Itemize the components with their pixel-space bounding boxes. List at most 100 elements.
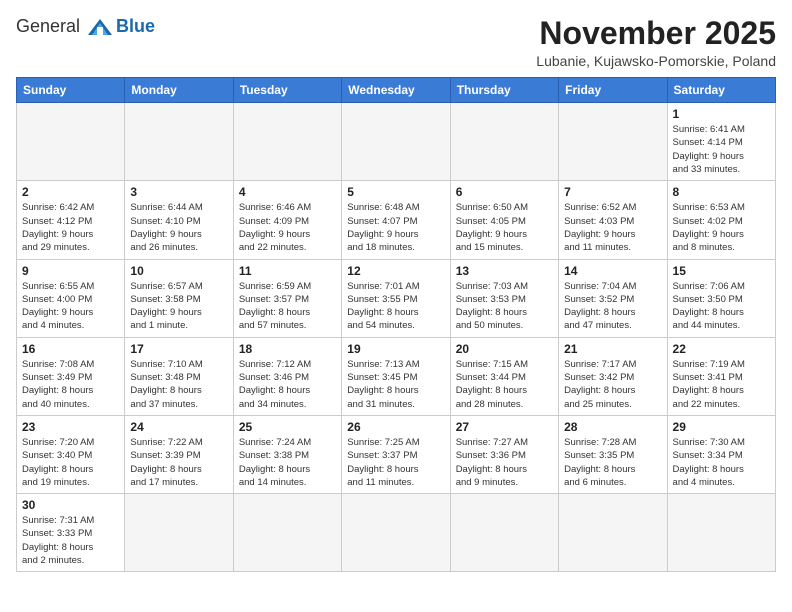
table-row: 1Sunrise: 6:41 AMSunset: 4:14 PMDaylight… (667, 103, 775, 181)
logo: General Blue (16, 16, 155, 37)
day-number: 12 (347, 264, 444, 278)
day-number: 15 (673, 264, 770, 278)
day-number: 22 (673, 342, 770, 356)
table-row (342, 494, 450, 572)
day-info: Sunrise: 7:06 AMSunset: 3:50 PMDaylight:… (673, 280, 770, 333)
table-row: 15 Sunrise: 7:06 AMSunset: 3:50 PMDayligh… (667, 259, 775, 337)
logo-blue-text: Blue (116, 16, 155, 37)
day-number: 21 (564, 342, 661, 356)
day-info: Sunrise: 7:20 AMSunset: 3:40 PMDaylight:… (22, 436, 119, 489)
day-info: Sunrise: 6:46 AMSunset: 4:09 PMDaylight:… (239, 201, 336, 254)
day-info: Sunrise: 7:19 AMSunset: 3:41 PMDaylight:… (673, 358, 770, 411)
day-info: Sunrise: 6:50 AMSunset: 4:05 PMDaylight:… (456, 201, 553, 254)
day-info: Sunrise: 7:22 AMSunset: 3:39 PMDaylight:… (130, 436, 227, 489)
day-info: Sunrise: 6:42 AMSunset: 4:12 PMDaylight:… (22, 201, 119, 254)
day-number: 29 (673, 420, 770, 434)
day-info: Sunrise: 6:53 AMSunset: 4:02 PMDaylight:… (673, 201, 770, 254)
table-row: 13Sunrise: 7:03 AMSunset: 3:53 PMDayligh… (450, 259, 558, 337)
logo-icon (86, 17, 114, 37)
day-info: Sunrise: 7:15 AMSunset: 3:44 PMDaylight:… (456, 358, 553, 411)
day-number: 20 (456, 342, 553, 356)
table-row (125, 103, 233, 181)
day-number: 13 (456, 264, 553, 278)
table-row: 25Sunrise: 7:24 AMSunset: 3:38 PMDayligh… (233, 415, 341, 493)
day-info: Sunrise: 7:01 AMSunset: 3:55 PMDaylight:… (347, 280, 444, 333)
table-row: 18 Sunrise: 7:12 AMSunset: 3:46 PMDayligh… (233, 337, 341, 415)
calendar-row: 30Sunrise: 7:31 AMSunset: 3:33 PMDayligh… (17, 494, 776, 572)
day-info: Sunrise: 7:10 AMSunset: 3:48 PMDaylight:… (130, 358, 227, 411)
table-row (450, 494, 558, 572)
day-number: 7 (564, 185, 661, 199)
day-info: Sunrise: 6:44 AMSunset: 4:10 PMDaylight:… (130, 201, 227, 254)
day-number: 3 (130, 185, 227, 199)
calendar-title: November 2025 (536, 16, 776, 51)
calendar-row: 2 Sunrise: 6:42 AMSunset: 4:12 PMDaylight… (17, 181, 776, 259)
table-row: 19Sunrise: 7:13 AMSunset: 3:45 PMDayligh… (342, 337, 450, 415)
day-info: Sunrise: 7:25 AMSunset: 3:37 PMDaylight:… (347, 436, 444, 489)
header-monday: Monday (125, 78, 233, 103)
day-info: Sunrise: 6:59 AMSunset: 3:57 PMDaylight:… (239, 280, 336, 333)
table-row: 28 Sunrise: 7:28 AMSunset: 3:35 PMDayligh… (559, 415, 667, 493)
table-row: 21Sunrise: 7:17 AMSunset: 3:42 PMDayligh… (559, 337, 667, 415)
day-info: Sunrise: 7:28 AMSunset: 3:35 PMDaylight:… (564, 436, 661, 489)
table-row: 5 Sunrise: 6:48 AMSunset: 4:07 PMDaylight… (342, 181, 450, 259)
table-row (559, 103, 667, 181)
calendar-row: 1Sunrise: 6:41 AMSunset: 4:14 PMDaylight… (17, 103, 776, 181)
header-friday: Friday (559, 78, 667, 103)
table-row: 2 Sunrise: 6:42 AMSunset: 4:12 PMDaylight… (17, 181, 125, 259)
day-number: 8 (673, 185, 770, 199)
day-number: 2 (22, 185, 119, 199)
header-tuesday: Tuesday (233, 78, 341, 103)
table-row: 11 Sunrise: 6:59 AMSunset: 3:57 PMDayligh… (233, 259, 341, 337)
table-row: 22 Sunrise: 7:19 AMSunset: 3:41 PMDayligh… (667, 337, 775, 415)
table-row (233, 494, 341, 572)
table-row: 30Sunrise: 7:31 AMSunset: 3:33 PMDayligh… (17, 494, 125, 572)
header-wednesday: Wednesday (342, 78, 450, 103)
weekday-header-row: Sunday Monday Tuesday Wednesday Thursday… (17, 78, 776, 103)
day-info: Sunrise: 6:41 AMSunset: 4:14 PMDaylight:… (673, 123, 770, 176)
day-number: 18 (239, 342, 336, 356)
calendar-row: 16Sunrise: 7:08 AMSunset: 3:49 PMDayligh… (17, 337, 776, 415)
day-number: 11 (239, 264, 336, 278)
day-info: Sunrise: 6:55 AMSunset: 4:00 PMDaylight:… (22, 280, 119, 333)
table-row: 7 Sunrise: 6:52 AMSunset: 4:03 PMDaylight… (559, 181, 667, 259)
day-info: Sunrise: 7:27 AMSunset: 3:36 PMDaylight:… (456, 436, 553, 489)
day-number: 27 (456, 420, 553, 434)
table-row: 27 Sunrise: 7:27 AMSunset: 3:36 PMDayligh… (450, 415, 558, 493)
table-row: 4 Sunrise: 6:46 AMSunset: 4:09 PMDaylight… (233, 181, 341, 259)
calendar-row: 23Sunrise: 7:20 AMSunset: 3:40 PMDayligh… (17, 415, 776, 493)
table-row: 24Sunrise: 7:22 AMSunset: 3:39 PMDayligh… (125, 415, 233, 493)
table-row: 14Sunrise: 7:04 AMSunset: 3:52 PMDayligh… (559, 259, 667, 337)
day-number: 4 (239, 185, 336, 199)
table-row: 3 Sunrise: 6:44 AMSunset: 4:10 PMDaylight… (125, 181, 233, 259)
logo-general-text: General (16, 16, 80, 37)
day-info: Sunrise: 6:57 AMSunset: 3:58 PMDaylight:… (130, 280, 227, 333)
day-info: Sunrise: 7:30 AMSunset: 3:34 PMDaylight:… (673, 436, 770, 489)
day-info: Sunrise: 7:24 AMSunset: 3:38 PMDaylight:… (239, 436, 336, 489)
day-number: 6 (456, 185, 553, 199)
day-number: 30 (22, 498, 119, 512)
table-row: 9 Sunrise: 6:55 AMSunset: 4:00 PMDaylight… (17, 259, 125, 337)
day-number: 9 (22, 264, 119, 278)
table-row (559, 494, 667, 572)
logo-area: General Blue (16, 16, 155, 37)
table-row (17, 103, 125, 181)
table-row: 26Sunrise: 7:25 AMSunset: 3:37 PMDayligh… (342, 415, 450, 493)
day-number: 28 (564, 420, 661, 434)
day-number: 19 (347, 342, 444, 356)
table-row: 17Sunrise: 7:10 AMSunset: 3:48 PMDayligh… (125, 337, 233, 415)
day-info: Sunrise: 7:12 AMSunset: 3:46 PMDaylight:… (239, 358, 336, 411)
table-row: 8 Sunrise: 6:53 AMSunset: 4:02 PMDaylight… (667, 181, 775, 259)
day-number: 5 (347, 185, 444, 199)
table-row: 16Sunrise: 7:08 AMSunset: 3:49 PMDayligh… (17, 337, 125, 415)
day-info: Sunrise: 7:04 AMSunset: 3:52 PMDaylight:… (564, 280, 661, 333)
table-row: 23Sunrise: 7:20 AMSunset: 3:40 PMDayligh… (17, 415, 125, 493)
header-saturday: Saturday (667, 78, 775, 103)
table-row (233, 103, 341, 181)
day-info: Sunrise: 6:48 AMSunset: 4:07 PMDaylight:… (347, 201, 444, 254)
table-row (342, 103, 450, 181)
table-row: 6 Sunrise: 6:50 AMSunset: 4:05 PMDaylight… (450, 181, 558, 259)
table-row (667, 494, 775, 572)
table-row (450, 103, 558, 181)
day-info: Sunrise: 6:52 AMSunset: 4:03 PMDaylight:… (564, 201, 661, 254)
